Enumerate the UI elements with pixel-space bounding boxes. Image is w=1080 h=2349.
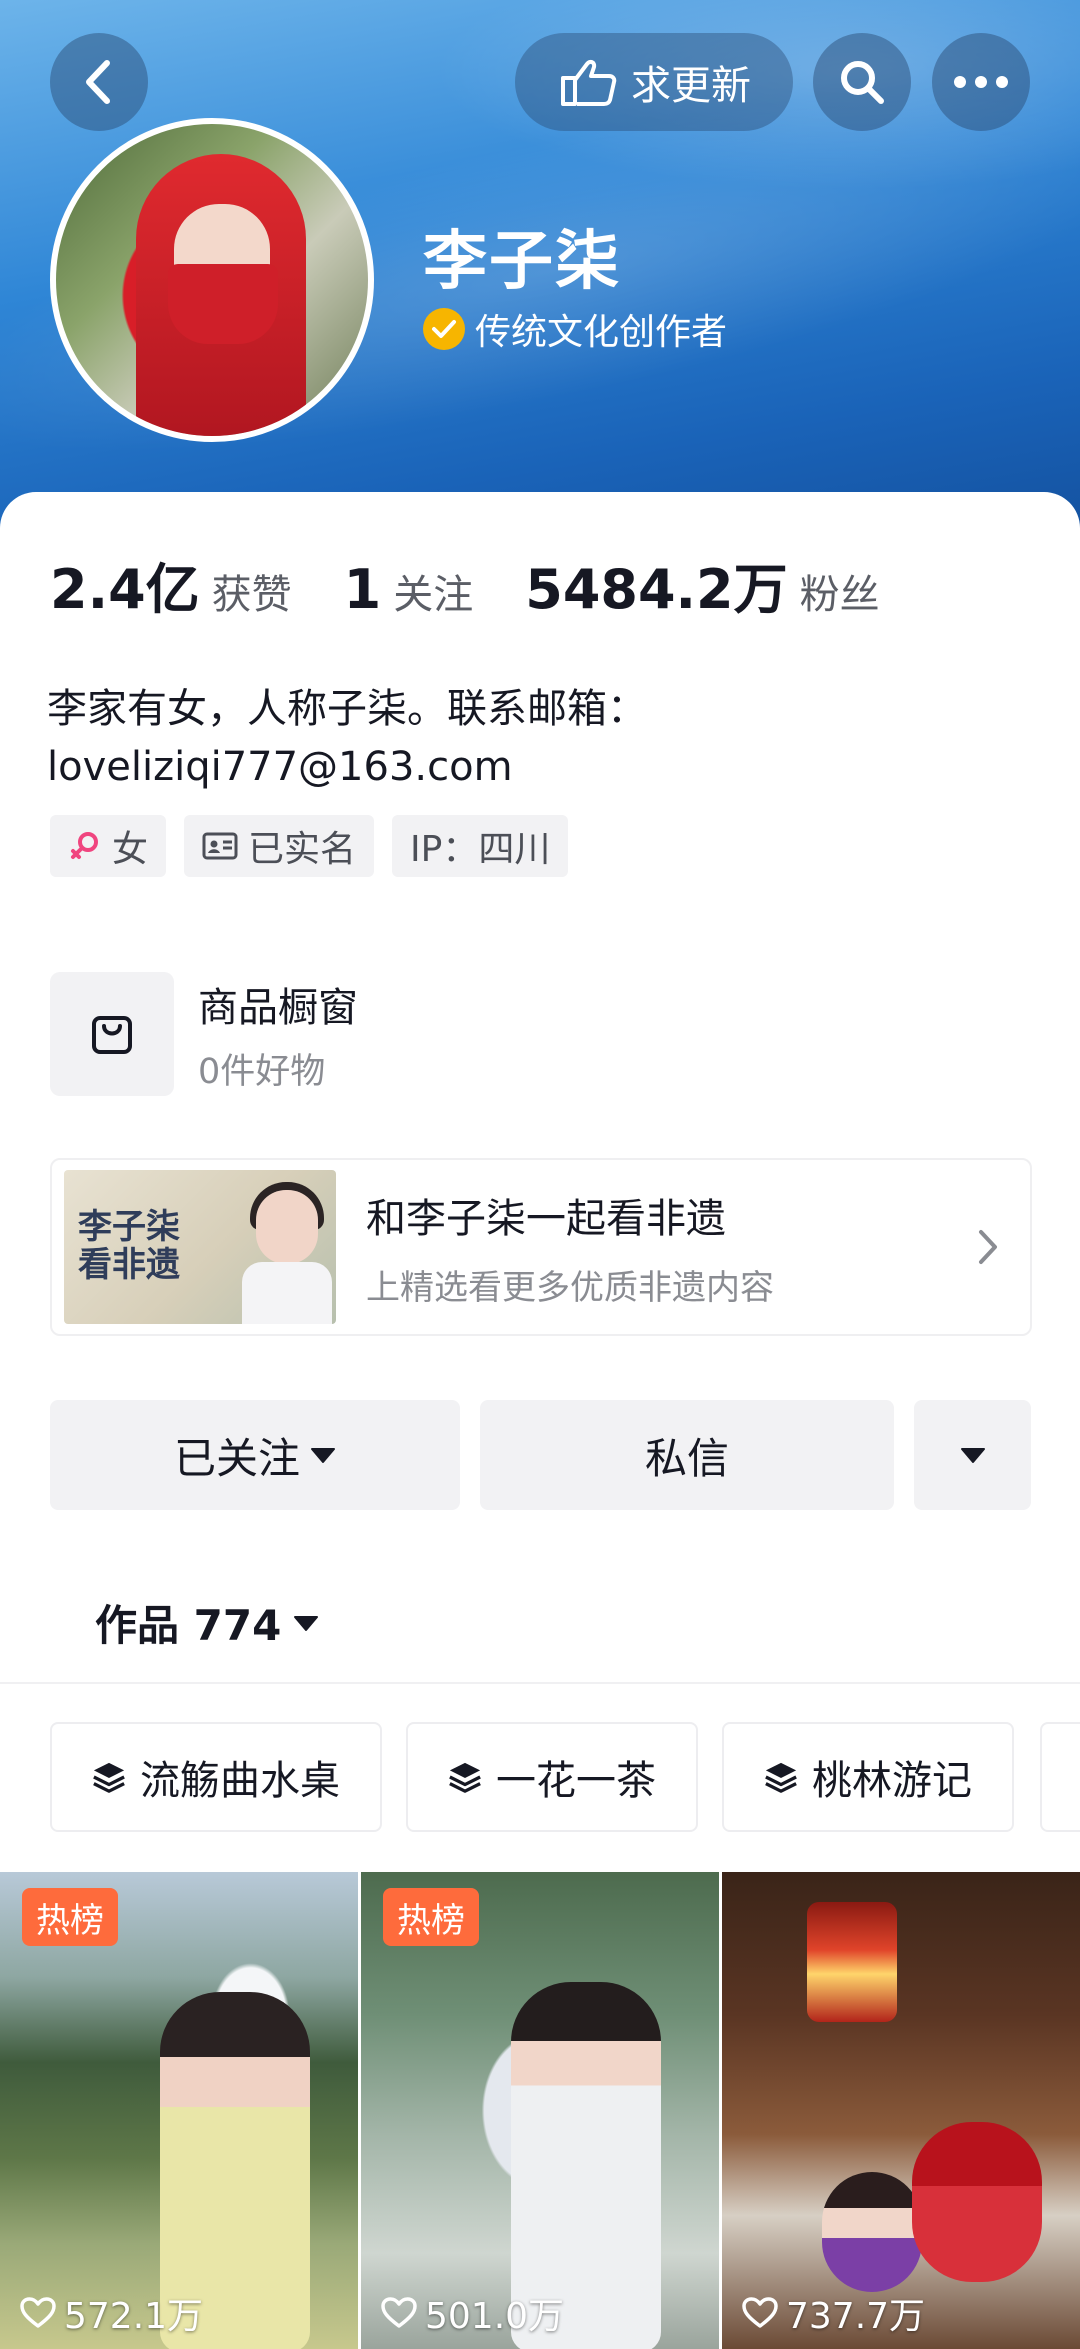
banner-subtitle: 上精选看更多优质非遗内容 — [366, 1267, 774, 1308]
chevron-right-icon — [979, 1230, 997, 1264]
stats-row: 2.4亿 获赞 1 关注 5484.2万 粉丝 — [50, 545, 932, 624]
video-likes: 501.0万 — [381, 2287, 564, 2339]
check-badge-icon — [423, 308, 465, 350]
female-icon — [71, 832, 98, 859]
video-figure-shape — [912, 2122, 1042, 2282]
following-button[interactable]: 已关注 — [50, 1400, 460, 1510]
video-thumbnail[interactable]: 737.7万 — [722, 1872, 1080, 2349]
layers-icon — [93, 1762, 125, 1793]
banner-thumbnail-body-shape — [242, 1262, 332, 1324]
message-button[interactable]: 私信 — [480, 1400, 894, 1510]
shop-text: 商品橱窗 0件好物 — [198, 975, 358, 1094]
video-thumbnail[interactable]: 热榜 501.0万 — [361, 1872, 719, 2349]
likes-label: 获赞 — [211, 572, 292, 618]
shop-subtitle: 0件好物 — [198, 1051, 326, 1092]
following-count[interactable]: 1 — [344, 558, 382, 621]
banner-thumbnail: 李子柒 看非遗 — [64, 1170, 336, 1324]
intangible-heritage-banner[interactable]: 李子柒 看非遗 和李子柒一起看非遗 上精选看更多优质非遗内容 — [50, 1158, 1032, 1336]
username: 李子柒 — [423, 225, 621, 299]
banner-thumbnail-text-1: 李子柒 — [78, 1207, 180, 1247]
bio-line-1: 李家有女，人称子柒。联系邮箱： — [47, 686, 647, 732]
banner-title: 和李子柒一起看非遗 — [366, 1195, 726, 1242]
collection-chip-partial[interactable] — [1040, 1722, 1080, 1832]
more-button[interactable] — [932, 33, 1030, 131]
video-thumbnail[interactable]: 热榜 572.1万 — [0, 1872, 358, 2349]
layers-icon — [765, 1762, 797, 1793]
heart-outline-icon — [742, 2297, 778, 2328]
video-likes-count: 737.7万 — [786, 2296, 926, 2337]
triangle-down-icon — [311, 1448, 335, 1463]
ip-tag: IP：四川 — [392, 815, 569, 877]
search-button[interactable] — [813, 33, 911, 131]
heart-outline-icon — [381, 2297, 417, 2328]
verification-row: 传统文化创作者 — [423, 303, 727, 355]
shop-window-entry[interactable]: 商品橱窗 0件好物 — [50, 972, 358, 1096]
following-button-label: 已关注 — [173, 1433, 300, 1483]
search-icon — [841, 61, 884, 104]
realname-label: 已实名 — [248, 829, 357, 870]
id-card-icon — [202, 832, 238, 860]
video-figure-shape — [822, 2172, 922, 2292]
triangle-down-icon — [294, 1615, 319, 1631]
hot-list-badge: 热榜 — [22, 1888, 118, 1946]
gender-label: 女 — [112, 829, 149, 870]
pointing-hand-icon — [561, 59, 617, 106]
collection-chip[interactable]: 流觞曲水桌 — [50, 1722, 382, 1832]
back-button[interactable] — [50, 33, 148, 131]
collection-label: 一花一茶 — [496, 1758, 656, 1804]
more-actions-button[interactable] — [914, 1400, 1031, 1510]
video-lantern-shape — [807, 1902, 897, 2022]
avatar[interactable] — [50, 118, 374, 442]
request-update-label: 求更新 — [631, 63, 751, 109]
shop-title: 商品橱窗 — [198, 984, 358, 1031]
tab-divider — [0, 1682, 1080, 1684]
more-dots-icon — [954, 76, 1008, 88]
video-likes: 737.7万 — [742, 2287, 925, 2339]
video-grid: 热榜 572.1万 热榜 501.0万 737.7万 — [0, 1872, 1080, 2349]
followers-count[interactable]: 5484.2万 — [525, 545, 787, 624]
tab-works[interactable]: 作品 774 — [95, 1592, 319, 1653]
shop-icon-box — [50, 972, 174, 1096]
ip-label: IP：四川 — [410, 829, 551, 870]
video-likes-count: 572.1万 — [64, 2296, 204, 2337]
collection-label: 桃林游记 — [812, 1758, 972, 1804]
shopping-bag-icon — [92, 1016, 132, 1054]
chevron-left-icon — [86, 60, 110, 104]
bio-email: loveliziqi777@163.com — [47, 744, 513, 790]
collection-label: 流觞曲水桌 — [140, 1758, 340, 1804]
message-button-label: 私信 — [644, 1433, 729, 1483]
banner-thumbnail-text-2: 看非遗 — [78, 1245, 180, 1285]
heart-outline-icon — [20, 2297, 56, 2328]
action-buttons: 已关注 私信 — [50, 1400, 1031, 1510]
layers-icon — [449, 1762, 481, 1793]
collection-chip[interactable]: 桃林游记 — [722, 1722, 1014, 1832]
followers-label[interactable]: 粉丝 — [800, 562, 880, 620]
request-update-button[interactable]: 求更新 — [515, 33, 793, 131]
bio: 李家有女，人称子柒。联系邮箱： loveliziqi777@163.com — [47, 680, 1037, 796]
gender-tag: 女 — [50, 815, 167, 877]
realname-tag: 已实名 — [184, 815, 375, 877]
likes-count: 2.4亿 — [50, 558, 200, 621]
collections-row: 流觞曲水桌 一花一茶 桃林游记 — [50, 1722, 1014, 1832]
avatar-face-cover-shape — [168, 264, 278, 344]
banner-thumbnail-text: 李子柒 看非遗 — [78, 1208, 180, 1284]
video-likes-count: 501.0万 — [425, 2296, 565, 2337]
triangle-down-icon — [960, 1448, 985, 1463]
hot-list-badge: 热榜 — [383, 1888, 479, 1946]
verification-label: 传统文化创作者 — [475, 312, 728, 353]
banner-text: 和李子柒一起看非遗 上精选看更多优质非遗内容 — [366, 1186, 976, 1309]
following-label[interactable]: 关注 — [393, 562, 473, 620]
works-tab-label: 作品 774 — [95, 1601, 282, 1650]
video-likes: 572.1万 — [20, 2287, 203, 2339]
banner-thumbnail-face-shape — [256, 1190, 318, 1264]
profile-tags: 女 已实名 IP：四川 — [50, 815, 569, 877]
collection-chip[interactable]: 一花一茶 — [406, 1722, 698, 1832]
